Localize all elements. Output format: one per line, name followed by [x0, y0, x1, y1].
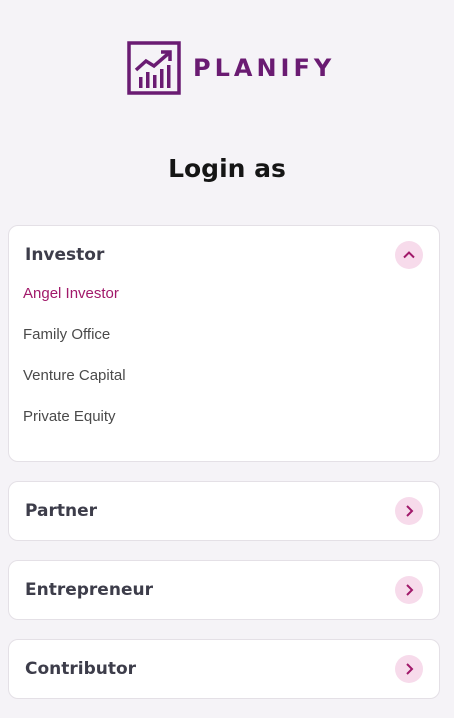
- planify-logo-icon: [127, 41, 181, 95]
- investor-type-list: Angel Investor Family Office Venture Cap…: [23, 284, 126, 448]
- role-header-partner[interactable]: Partner: [9, 482, 439, 540]
- page-title: Login as: [168, 154, 286, 183]
- role-header-contributor[interactable]: Contributor: [9, 640, 439, 698]
- option-angel-investor[interactable]: Angel Investor: [23, 284, 126, 325]
- chevron-up-icon[interactable]: [395, 241, 423, 269]
- option-family-office[interactable]: Family Office: [23, 325, 126, 366]
- role-header-investor[interactable]: Investor: [9, 226, 439, 284]
- role-label: Contributor: [25, 659, 137, 679]
- role-card-entrepreneur: Entrepreneur: [8, 560, 440, 620]
- role-label: Entrepreneur: [25, 580, 153, 600]
- chevron-right-icon[interactable]: [395, 655, 423, 683]
- option-private-equity[interactable]: Private Equity: [23, 407, 126, 448]
- role-card-contributor: Contributor: [8, 639, 440, 699]
- chevron-right-icon[interactable]: [395, 497, 423, 525]
- chevron-right-icon[interactable]: [395, 576, 423, 604]
- role-card-investor: Investor Angel Investor Family Office Ve…: [8, 225, 440, 462]
- brand-name: PLANIFY: [193, 54, 336, 82]
- role-label: Partner: [25, 501, 98, 521]
- role-header-entrepreneur[interactable]: Entrepreneur: [9, 561, 439, 619]
- role-label: Investor: [25, 245, 105, 265]
- brand-logo: PLANIFY: [127, 41, 335, 95]
- option-venture-capital[interactable]: Venture Capital: [23, 366, 126, 407]
- role-card-partner: Partner: [8, 481, 440, 541]
